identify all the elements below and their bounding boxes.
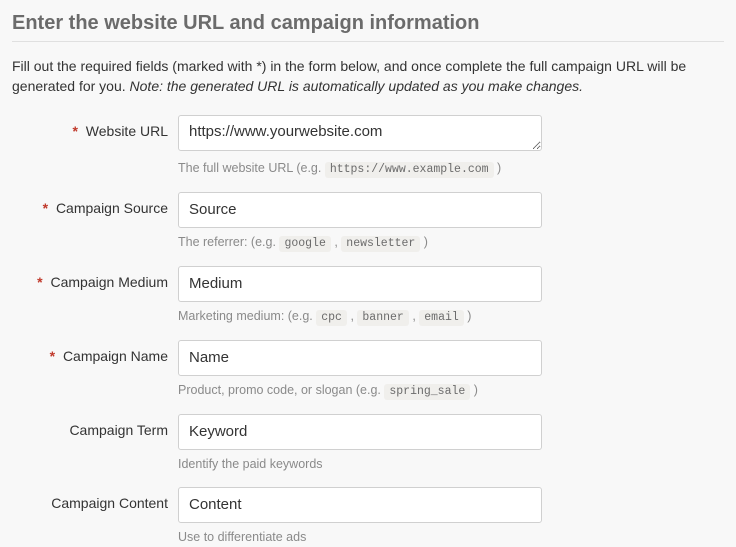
campaign-form: * Website URL https://www.yourwebsite.co… [12,115,724,547]
label-campaign-content: Campaign Content [12,487,178,511]
hint-code: google [279,236,330,252]
required-marker: * [50,348,55,364]
label-website-url: * Website URL [12,115,178,139]
hint-text-suffix: ) [467,309,471,323]
hint-text: Product, promo code, or slogan (e.g. [178,383,384,397]
hint-campaign-source: The referrer: (e.g. google , newsletter … [178,234,542,252]
intro-note: Note: the generated URL is automatically… [130,78,583,94]
hint-campaign-term: Identify the paid keywords [178,456,542,474]
campaign-source-input[interactable] [178,192,542,228]
hint-text-suffix: ) [424,235,428,249]
campaign-content-input[interactable] [178,487,542,523]
label-campaign-medium: * Campaign Medium [12,266,178,290]
hint-text: The full website URL (e.g. [178,161,325,175]
row-campaign-medium: * Campaign Medium Marketing medium: (e.g… [12,266,724,326]
label-campaign-term: Campaign Term [12,414,178,438]
hint-code: https://www.example.com [325,162,494,178]
campaign-term-input[interactable] [178,414,542,450]
hint-campaign-name: Product, promo code, or slogan (e.g. spr… [178,382,542,400]
hint-text-suffix: ) [497,161,501,175]
row-campaign-name: * Campaign Name Product, promo code, or … [12,340,724,400]
hint-text: The referrer: (e.g. [178,235,279,249]
label-text: Website URL [86,123,168,139]
required-marker: * [37,274,42,290]
row-campaign-content: Campaign Content Use to differentiate ad… [12,487,724,547]
label-text: Campaign Term [69,422,168,438]
hint-code: cpc [316,310,347,326]
hint-campaign-medium: Marketing medium: (e.g. cpc , banner , e… [178,308,542,326]
page-title: Enter the website URL and campaign infor… [12,12,724,35]
hint-campaign-content: Use to differentiate ads [178,529,542,547]
label-text: Campaign Medium [51,274,169,290]
campaign-medium-input[interactable] [178,266,542,302]
hint-text: Marketing medium: (e.g. [178,309,316,323]
label-text: Campaign Source [56,200,168,216]
required-marker: * [43,200,48,216]
required-marker: * [72,123,77,139]
row-campaign-source: * Campaign Source The referrer: (e.g. go… [12,192,724,252]
row-website-url: * Website URL https://www.yourwebsite.co… [12,115,724,178]
website-url-input[interactable]: https://www.yourwebsite.com [178,115,542,151]
intro-text: Fill out the required fields (marked wit… [12,56,724,97]
label-campaign-name: * Campaign Name [12,340,178,364]
label-text: Campaign Name [63,348,168,364]
label-campaign-source: * Campaign Source [12,192,178,216]
hint-text-suffix: ) [474,383,478,397]
hint-text: Identify the paid keywords [178,457,323,471]
row-campaign-term: Campaign Term Identify the paid keywords [12,414,724,474]
hint-code: email [419,310,464,326]
campaign-name-input[interactable] [178,340,542,376]
hint-code: banner [357,310,408,326]
hint-code: spring_sale [384,384,470,400]
hint-website-url: The full website URL (e.g. https://www.e… [178,160,542,178]
hint-text: Use to differentiate ads [178,530,306,544]
hint-code: newsletter [341,236,420,252]
divider [12,41,724,42]
label-text: Campaign Content [51,495,168,511]
